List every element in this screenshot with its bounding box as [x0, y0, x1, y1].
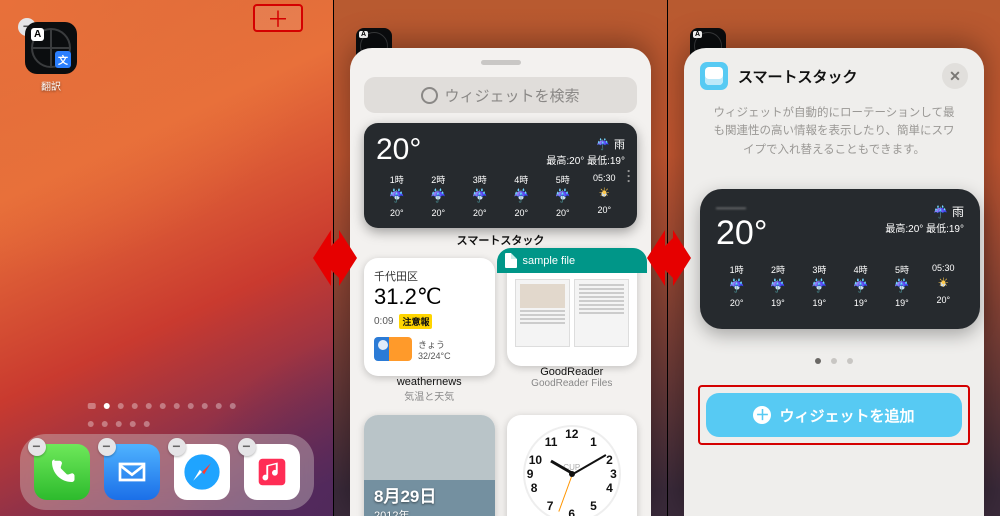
- file-icon: [505, 253, 517, 268]
- dock-music[interactable]: −: [244, 444, 300, 500]
- wn-temp: 31.2℃: [374, 284, 485, 310]
- dock-safari[interactable]: −: [174, 444, 230, 500]
- remove-badge[interactable]: −: [168, 438, 186, 456]
- remove-badge[interactable]: −: [238, 438, 256, 456]
- plus-icon: ＋: [753, 406, 771, 424]
- translate-a-badge: A: [31, 28, 44, 41]
- detail-description: ウィジェットが自動的にローテーションして最も関連性の高い情報を表示したり、簡単に…: [700, 104, 968, 159]
- wn-time: 0:09: [374, 316, 393, 327]
- search-widgets[interactable]: ウィジェットを検索: [364, 77, 637, 113]
- widget-sub: GoodReader Files: [507, 378, 638, 389]
- wn-today-range: 32/24°C: [418, 351, 451, 361]
- widget-weathernews[interactable]: 千代田区 31.2℃ 0:09 注意報 きょう 32/24°C: [364, 258, 495, 376]
- app-label: 翻訳: [22, 78, 80, 93]
- pv-hilo: 最高:20° 最低:19°: [885, 220, 964, 235]
- umbrella-icon: ☔: [596, 138, 610, 151]
- add-widget-label: ウィジェットを追加: [779, 405, 914, 426]
- smartstack-detail-sheet: スマートスタック ✕ ウィジェットが自動的にローテーションして最も関連性の高い情…: [684, 48, 984, 516]
- weather-icon: [374, 337, 412, 361]
- widget-sub: 気温と天気: [364, 388, 495, 403]
- wn-today-label: きょう: [418, 338, 451, 351]
- widget-name: GoodReader: [507, 366, 638, 378]
- widget-name: weathernews: [364, 376, 495, 388]
- hourly-row: 1時20° 2時20° 3時20° 4時20° 5時20° 05:3020°: [376, 173, 625, 218]
- detail-title: スマートスタック: [738, 66, 932, 87]
- close-button[interactable]: ✕: [942, 63, 968, 89]
- temp: 20°: [376, 133, 421, 167]
- dock: − − − −: [20, 434, 314, 510]
- widget-goodreader[interactable]: sample file: [507, 248, 638, 366]
- sheet-grabber[interactable]: [481, 60, 521, 65]
- add-widget-plus[interactable]: ＋: [253, 4, 303, 32]
- home-screen-edit: − A 文 翻訳 ＋ − − − −: [0, 0, 333, 516]
- photo-date: 8月29日: [374, 482, 436, 507]
- smartstack-icon: [700, 62, 728, 90]
- widget-clock[interactable]: CUP 12 1 2 3 4 5 6 7 8 9 10 11: [507, 415, 638, 516]
- wn-location: 千代田区: [374, 268, 485, 284]
- gr-file: sample file: [523, 255, 576, 267]
- flow-arrow-icon: [313, 218, 357, 298]
- size-page-dots[interactable]: [700, 351, 968, 369]
- dock-mail[interactable]: −: [104, 444, 160, 500]
- warning-badge: 注意報: [399, 314, 432, 329]
- smartstack-preview[interactable]: • • • 20° ☔雨 最高:20° 最低:19° 1時20° 2時20° 3…: [364, 123, 637, 228]
- dock-phone[interactable]: −: [34, 444, 90, 500]
- translate-ja-badge: 文: [55, 51, 71, 68]
- flow-arrow-icon: [647, 218, 691, 298]
- pv-hours: 1時20° 2時19° 3時19° 4時19° 5時19° 05:3020°: [716, 263, 964, 308]
- hi-lo: 最高:20° 最低:19°: [546, 152, 625, 167]
- photo-year: 2012年: [374, 507, 436, 516]
- smartstack-label: スマートスタック: [364, 232, 637, 248]
- widget-photos[interactable]: 8月29日 2012年: [364, 415, 495, 516]
- widget-gallery-sheet: ウィジェットを検索 • • • 20° ☔雨 最高:20° 最低:19° 1時2…: [350, 48, 651, 516]
- remove-badge[interactable]: −: [98, 438, 116, 456]
- remove-badge[interactable]: −: [28, 438, 46, 456]
- add-widget-button[interactable]: ＋ ウィジェットを追加: [706, 393, 962, 437]
- clock-face: CUP 12 1 2 3 4 5 6 7 8 9 10 11: [523, 425, 621, 516]
- umbrella-icon: ☔: [933, 205, 948, 219]
- app-icon-translate[interactable]: − A 文 翻訳: [22, 22, 80, 93]
- search-placeholder: ウィジェットを検索: [444, 85, 579, 106]
- smartstack-detail: A スマートスタック ✕ ウィジェットが自動的にローテーションして最も関連性の高…: [667, 0, 1000, 516]
- widget-gallery: A ウィジェットを検索 • • • 20° ☔雨 最高:20° 最低:19° 1…: [333, 0, 667, 516]
- add-widget-highlight: ＋ ウィジェットを追加: [698, 385, 970, 445]
- page-indicator[interactable]: [83, 396, 250, 432]
- preview-widget[interactable]: ——— 20° ☔雨 最高:20° 最低:19° 1時20° 2時19° 3時1…: [700, 189, 980, 329]
